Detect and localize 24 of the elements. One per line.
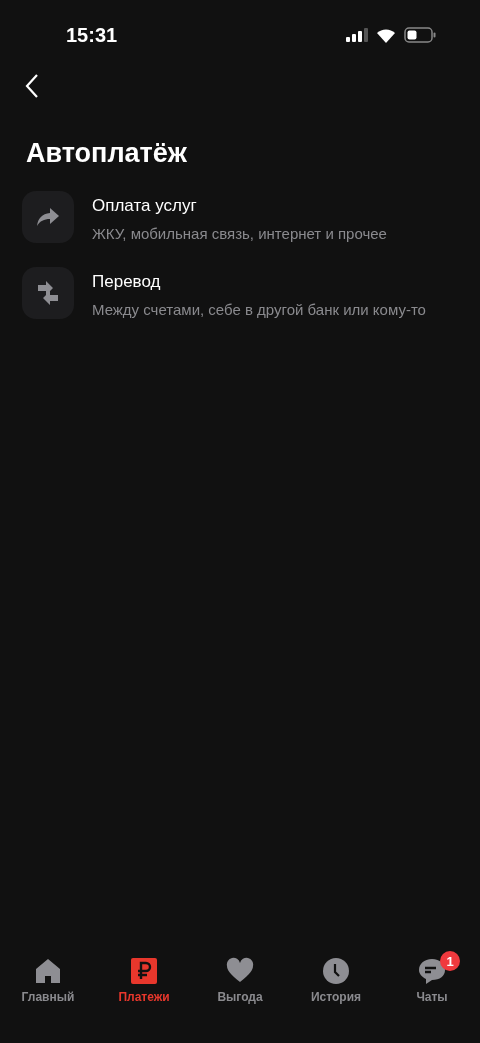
tab-bar-item[interactable]: Платежи	[108, 943, 180, 1004]
heart-icon	[226, 957, 254, 985]
item-subtitle: Между счетами, себе в другой банк или кому-то	[92, 299, 427, 320]
icon-tile[interactable]	[22, 191, 74, 243]
home-icon	[34, 957, 62, 985]
item-title[interactable]: Оплата услуг	[92, 196, 452, 216]
forward-arrow-icon	[36, 207, 60, 227]
page-title: Автоплатёж	[26, 138, 188, 169]
signal-icon	[346, 28, 368, 42]
clock-icon	[322, 957, 350, 985]
unread-badge: 1	[440, 951, 460, 971]
tab-bar-item[interactable]: Главный	[12, 943, 84, 1004]
tab-bar-item[interactable]: История	[300, 943, 372, 1004]
tab-bar-item[interactable]: Чаты 1	[396, 943, 468, 1004]
status-time: 15:31	[66, 23, 118, 47]
item-subtitle: ЖКУ, мобильная связь, интернет и прочее	[92, 224, 388, 244]
battery-icon	[404, 27, 436, 43]
transfer-arrows-icon	[36, 279, 60, 306]
ruble-icon	[130, 957, 158, 985]
wifi-icon	[376, 27, 396, 43]
icon-tile[interactable]	[22, 266, 74, 319]
tab-bar-item[interactable]: Выгода	[204, 943, 276, 1004]
chat-icon	[418, 957, 446, 985]
item-title[interactable]: Перевод	[92, 271, 452, 292]
